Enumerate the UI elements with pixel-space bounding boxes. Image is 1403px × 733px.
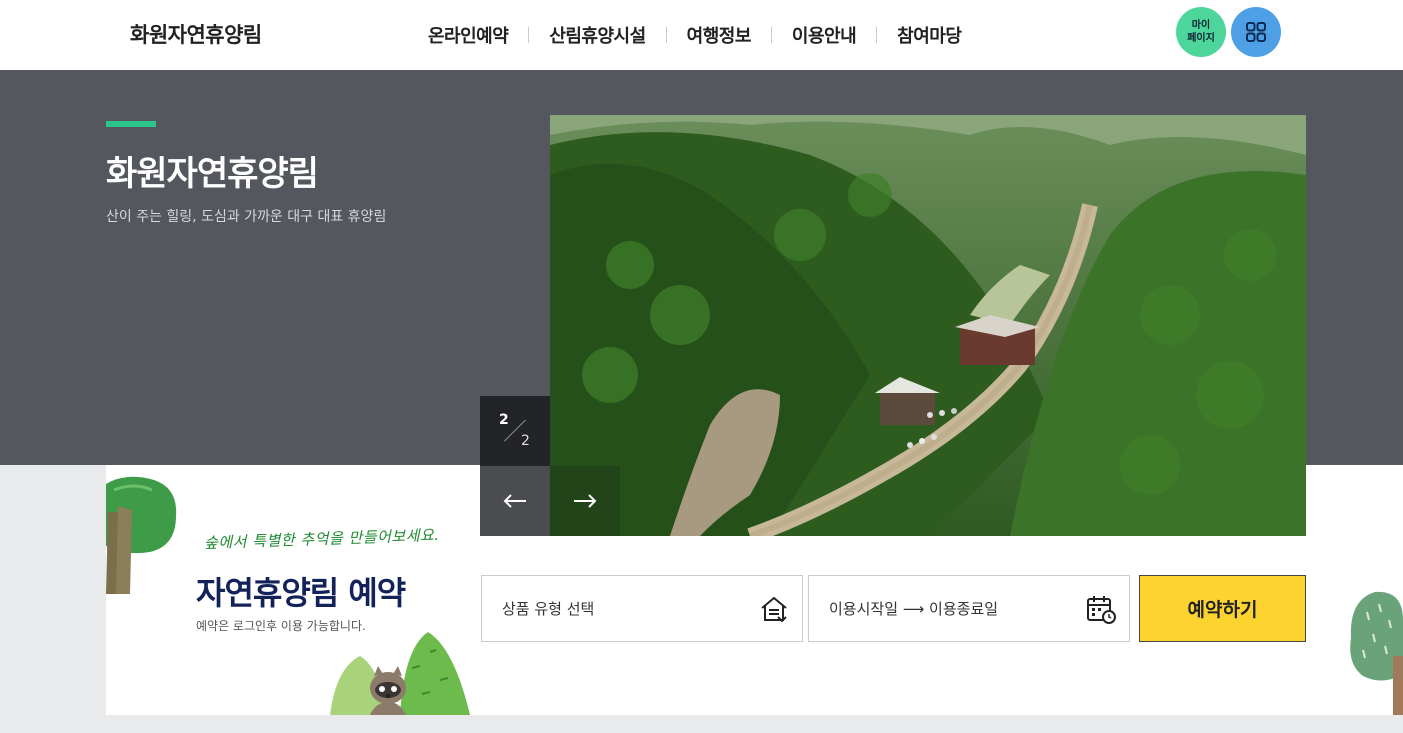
all-menu-button[interactable] bbox=[1231, 7, 1281, 57]
site-logo[interactable]: 화원자연휴양림 bbox=[130, 19, 262, 49]
nav-label[interactable]: 이용안내 bbox=[772, 22, 876, 48]
reserve-button[interactable]: 예약하기 bbox=[1139, 575, 1306, 642]
hero-subtitle: 산이 주는 힐링, 도심과 가까운 대구 대표 휴양림 bbox=[106, 209, 387, 225]
main-nav: 온라인예약 산림휴양시설 여행정보 이용안내 참여마당 bbox=[408, 0, 981, 70]
house-list-icon bbox=[761, 596, 787, 623]
nav-label[interactable]: 온라인예약 bbox=[408, 22, 528, 48]
mypage-label-line2: 페이지 bbox=[1187, 33, 1215, 44]
tree-illustration bbox=[106, 476, 177, 594]
nav-item-travel-info[interactable]: 여행정보 bbox=[667, 22, 772, 48]
site-header: 화원자연휴양림 온라인예약 산림휴양시설 여행정보 이용안내 참여마당 마이 페… bbox=[0, 0, 1403, 70]
reservation-note: 예약은 로그인후 이용 가능합니다. bbox=[196, 619, 366, 633]
tree-illustration-right bbox=[1350, 591, 1403, 715]
mypage-label-line1: 마이 bbox=[1191, 20, 1211, 31]
hero-accent-bar bbox=[106, 121, 156, 127]
calendar-clock-icon bbox=[1087, 596, 1116, 624]
nav-item-guide[interactable]: 이용안내 bbox=[772, 22, 878, 48]
product-type-label: 상품 유형 선택 bbox=[502, 600, 595, 618]
date-range-label: 이용시작일 ⟶ 이용종료일 bbox=[829, 600, 999, 618]
slide-total: 2 bbox=[521, 433, 530, 449]
date-range-picker[interactable]: 이용시작일 ⟶ 이용종료일 bbox=[808, 575, 1130, 642]
nav-label[interactable]: 참여마당 bbox=[877, 22, 981, 48]
arrow-left-icon bbox=[503, 494, 526, 508]
slide-prev-button[interactable] bbox=[480, 466, 550, 536]
nav-label[interactable]: 여행정보 bbox=[667, 22, 771, 48]
product-type-select[interactable]: 상품 유형 선택 bbox=[481, 575, 803, 642]
arrow-right-icon bbox=[574, 494, 597, 508]
nav-item-online-reservation[interactable]: 온라인예약 bbox=[408, 22, 530, 48]
nav-item-community[interactable]: 참여마당 bbox=[877, 22, 981, 48]
nav-label[interactable]: 산림휴양시설 bbox=[529, 22, 665, 48]
grid-menu-icon bbox=[1246, 22, 1266, 42]
slide-counter: 2 2 bbox=[480, 396, 550, 466]
slide-next-button[interactable] bbox=[550, 466, 620, 536]
mypage-button[interactable]: 마이 페이지 bbox=[1176, 7, 1226, 57]
forest-raccoon-illustration bbox=[330, 632, 470, 715]
nav-item-facilities[interactable]: 산림휴양시설 bbox=[529, 22, 667, 48]
hero-slide-image bbox=[550, 115, 1306, 536]
reservation-title: 자연휴양림 예약 bbox=[196, 574, 406, 612]
hero-title: 화원자연휴양림 bbox=[106, 154, 319, 194]
slide-current: 2 bbox=[499, 412, 509, 428]
